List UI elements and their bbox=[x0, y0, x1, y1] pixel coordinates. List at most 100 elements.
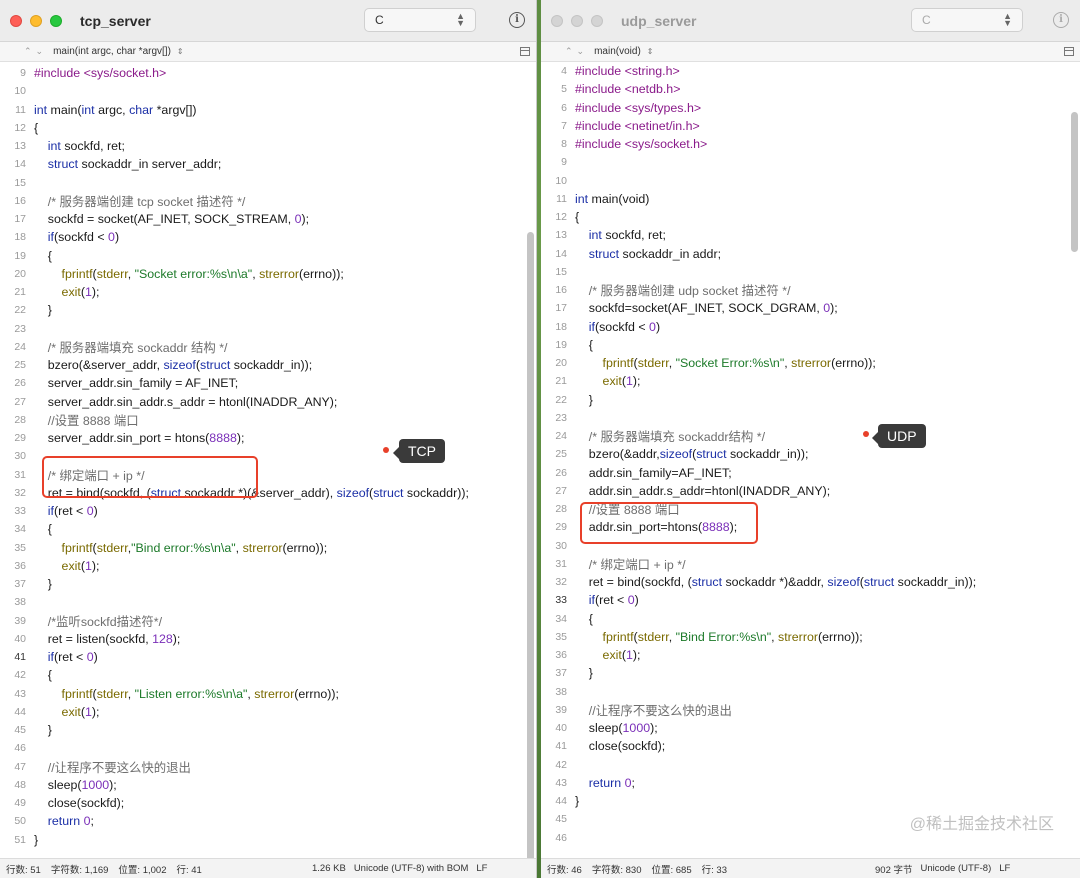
code-line[interactable]: 24 /* 服务器端填充 sockaddr 结构 */ bbox=[0, 338, 536, 356]
close-button[interactable] bbox=[551, 14, 563, 27]
code-line[interactable]: 46 bbox=[0, 739, 536, 757]
code-line[interactable]: 47 //让程序不要这么快的退出 bbox=[0, 758, 536, 776]
code-line[interactable]: 31 /* 绑定端口 + ip */ bbox=[541, 555, 1080, 573]
code-line[interactable]: 11 int main(int argc, char *argv[]) bbox=[0, 101, 536, 119]
code-line[interactable]: 16 /* 服务器端创建 udp socket 描述符 */ bbox=[541, 281, 1080, 299]
code-line[interactable]: 28 //设置 8888 端口 bbox=[0, 411, 536, 429]
code-line[interactable]: 36 exit(1); bbox=[0, 557, 536, 575]
code-line[interactable]: 38 bbox=[0, 593, 536, 611]
code-editor[interactable]: 46 45 44} 43 return 0; 42 41 close(sockfd); 40… bbox=[541, 62, 1080, 858]
editor-window-udp[interactable]: udp_server C ▲ ▼ i ⌃⌄ main(void) ⇕ 46 45 44… bbox=[541, 0, 1080, 878]
code-line[interactable]: 35 fprintf(stderr, "Bind Error:%s\n", st… bbox=[541, 628, 1080, 646]
code-line[interactable]: 16 /* 服务器端创建 tcp socket 描述符 */ bbox=[0, 192, 536, 210]
code-line[interactable]: 13 int sockfd, ret; bbox=[0, 137, 536, 155]
code-line[interactable]: 32 ret = bind(sockfd, (struct sockaddr *… bbox=[541, 573, 1080, 591]
minimize-button[interactable] bbox=[571, 14, 583, 27]
split-view-icon[interactable] bbox=[1064, 47, 1074, 56]
code-line[interactable]: 14 struct sockaddr_in addr; bbox=[541, 245, 1080, 263]
code-line[interactable]: 37 } bbox=[541, 664, 1080, 682]
code-line[interactable]: 17 sockfd=socket(AF_INET, SOCK_DGRAM, 0)… bbox=[541, 299, 1080, 317]
vertical-scrollbar[interactable] bbox=[1071, 112, 1078, 252]
code-line[interactable]: 33 if(ret < 0) bbox=[541, 591, 1080, 609]
code-line[interactable]: 34 { bbox=[541, 610, 1080, 628]
code-line[interactable]: 42 bbox=[541, 756, 1080, 774]
code-line[interactable]: 43 fprintf(stderr, "Listen error:%s\n\a"… bbox=[0, 685, 536, 703]
code-line[interactable]: 39 /*监听sockfd描述符*/ bbox=[0, 612, 536, 630]
code-line[interactable]: 38 bbox=[541, 683, 1080, 701]
code-editor[interactable]: 51} 50 return 0; 49 close(sockfd); 48 sleep… bbox=[0, 62, 536, 858]
code-line[interactable]: 19 { bbox=[0, 247, 536, 265]
code-line[interactable]: 9 bbox=[541, 153, 1080, 171]
editor-window-tcp[interactable]: tcp_server C ▲ ▼ i ⌃⌄ main(int argc, char… bbox=[0, 0, 537, 878]
code-line[interactable]: 40 sleep(1000); bbox=[541, 719, 1080, 737]
title-bar[interactable]: tcp_server C ▲ ▼ i bbox=[0, 0, 536, 42]
info-icon[interactable]: i bbox=[1053, 12, 1069, 28]
code-line[interactable]: 22 } bbox=[0, 301, 536, 319]
title-bar[interactable]: udp_server C ▲ ▼ i bbox=[541, 0, 1080, 42]
code-line[interactable]: 5 #include <netdb.h> bbox=[541, 80, 1080, 98]
code-line[interactable]: 13 int sockfd, ret; bbox=[541, 226, 1080, 244]
code-line[interactable]: 23 bbox=[0, 320, 536, 338]
code-line[interactable]: 44} bbox=[541, 792, 1080, 810]
code-line[interactable]: 15 bbox=[0, 174, 536, 192]
code-line[interactable]: 18 if(sockfd < 0) bbox=[0, 228, 536, 246]
function-popup[interactable]: main(int argc, char *argv[]) bbox=[53, 46, 171, 57]
code-line[interactable]: 12 { bbox=[0, 119, 536, 137]
minimize-button[interactable] bbox=[30, 14, 42, 27]
code-line[interactable]: 41 if(ret < 0) bbox=[0, 648, 536, 666]
code-line[interactable]: 51} bbox=[0, 831, 536, 849]
code-line[interactable]: 37 } bbox=[0, 575, 536, 593]
info-icon[interactable]: i bbox=[509, 12, 525, 28]
code-line[interactable]: 19 { bbox=[541, 336, 1080, 354]
code-line[interactable]: 42 { bbox=[0, 666, 536, 684]
code-line[interactable]: 11 int main(void) bbox=[541, 190, 1080, 208]
nav-arrows-icon[interactable]: ⌃⌄ bbox=[24, 46, 47, 57]
code-line[interactable]: 14 struct sockaddr_in server_addr; bbox=[0, 155, 536, 173]
syntax-language-select[interactable]: C ▲ ▼ bbox=[911, 8, 1023, 32]
code-line[interactable]: 6 #include <sys/types.h> bbox=[541, 99, 1080, 117]
code-line[interactable]: 43 return 0; bbox=[541, 774, 1080, 792]
close-button[interactable] bbox=[10, 14, 22, 27]
code-line[interactable]: 20 fprintf(stderr, "Socket error:%s\n\a"… bbox=[0, 265, 536, 283]
code-line[interactable]: 27 addr.sin_addr.s_addr=htonl(INADDR_ANY… bbox=[541, 482, 1080, 500]
code-line[interactable]: 25 bzero(&server_addr, sizeof(struct soc… bbox=[0, 356, 536, 374]
code-line[interactable]: 39 //让程序不要这么快的退出 bbox=[541, 701, 1080, 719]
syntax-language-select[interactable]: C ▲ ▼ bbox=[364, 8, 476, 32]
code-line[interactable]: 35 fprintf(stderr,"Bind error:%s\n\a", s… bbox=[0, 539, 536, 557]
code-line[interactable]: 49 close(sockfd); bbox=[0, 794, 536, 812]
code-line[interactable]: 17 sockfd = socket(AF_INET, SOCK_STREAM,… bbox=[0, 210, 536, 228]
code-line[interactable]: 29 server_addr.sin_port = htons(8888); bbox=[0, 429, 536, 447]
code-line[interactable]: 15 bbox=[541, 263, 1080, 281]
code-line[interactable]: 26 server_addr.sin_family = AF_INET; bbox=[0, 374, 536, 392]
zoom-button[interactable] bbox=[591, 14, 603, 27]
code-line[interactable]: 34 { bbox=[0, 520, 536, 538]
code-line[interactable]: 27 server_addr.sin_addr.s_addr = htonl(I… bbox=[0, 393, 536, 411]
code-line[interactable]: 22 } bbox=[541, 391, 1080, 409]
code-line[interactable]: 21 exit(1); bbox=[0, 283, 536, 301]
code-line[interactable]: 4 #include <string.h> bbox=[541, 62, 1080, 80]
code-line[interactable]: 21 exit(1); bbox=[541, 372, 1080, 390]
code-line[interactable]: 25 bzero(&addr,sizeof(struct sockaddr_in… bbox=[541, 445, 1080, 463]
code-line[interactable]: 7 #include <netinet/in.h> bbox=[541, 117, 1080, 135]
code-line[interactable]: 41 close(sockfd); bbox=[541, 737, 1080, 755]
split-view-icon[interactable] bbox=[520, 47, 530, 56]
code-line[interactable]: 48 sleep(1000); bbox=[0, 776, 536, 794]
zoom-button[interactable] bbox=[50, 14, 62, 27]
status-encoding[interactable]: Unicode (UTF-8) with BOM bbox=[354, 863, 469, 874]
function-popup[interactable]: main(void) bbox=[594, 46, 641, 57]
code-line[interactable]: 45 } bbox=[0, 721, 536, 739]
code-line[interactable]: 18 if(sockfd < 0) bbox=[541, 318, 1080, 336]
code-line[interactable]: 33 if(ret < 0) bbox=[0, 502, 536, 520]
status-line-ending[interactable]: LF bbox=[476, 863, 487, 874]
code-line[interactable]: 44 exit(1); bbox=[0, 703, 536, 721]
code-line[interactable]: 36 exit(1); bbox=[541, 646, 1080, 664]
code-line[interactable]: 8 #include <sys/socket.h> bbox=[541, 135, 1080, 153]
code-line[interactable]: 40 ret = listen(sockfd, 128); bbox=[0, 630, 536, 648]
vertical-scrollbar[interactable] bbox=[527, 232, 534, 858]
nav-arrows-icon[interactable]: ⌃⌄ bbox=[565, 46, 588, 57]
status-encoding[interactable]: Unicode (UTF-8) bbox=[921, 863, 992, 874]
code-line[interactable]: 23 bbox=[541, 409, 1080, 427]
code-line[interactable]: 50 return 0; bbox=[0, 812, 536, 830]
code-line[interactable]: 26 addr.sin_family=AF_INET; bbox=[541, 464, 1080, 482]
code-line[interactable]: 9 #include <sys/socket.h> bbox=[0, 64, 536, 82]
